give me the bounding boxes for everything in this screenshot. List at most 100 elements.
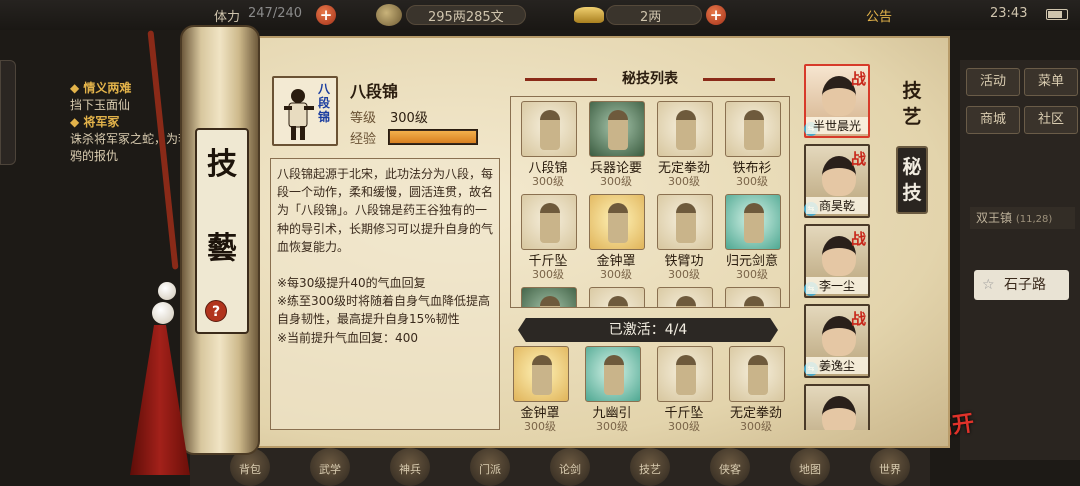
- hero-card[interactable]: 战⇆半世晨光: [804, 64, 870, 138]
- menu-button[interactable]: 菜单: [1024, 68, 1078, 96]
- add-stamina-button[interactable]: +: [316, 5, 336, 25]
- skill-card-level: 300级: [668, 420, 700, 433]
- skill-card[interactable]: 铁臂功 300级: [653, 192, 715, 281]
- skill-art: [521, 287, 577, 307]
- skill-art: [589, 194, 645, 250]
- quest-desc: 挡下玉面仙: [70, 98, 131, 112]
- shop-button[interactable]: 商城: [966, 106, 1020, 134]
- skill-art: [729, 346, 785, 402]
- skill-card[interactable]: 归元剑意 300级: [721, 192, 783, 281]
- activated-skill-card[interactable]: 无定拳劲 300级: [724, 346, 788, 433]
- skill-portrait: 八段锦: [272, 76, 338, 146]
- dock-item[interactable]: 神兵: [390, 448, 430, 486]
- star-icon: ☆: [982, 277, 995, 293]
- dock-item[interactable]: 技艺: [630, 448, 670, 486]
- skill-card-level: 300级: [668, 268, 700, 281]
- skill-art: [657, 194, 713, 250]
- figure-icon: [608, 203, 628, 243]
- activated-skill-card[interactable]: 九幽引 300级: [580, 346, 644, 433]
- skill-art: [725, 101, 781, 157]
- skill-card[interactable]: 金钟罩 300级: [585, 192, 647, 281]
- note-line: ※每30级提升40的气血回复: [277, 276, 426, 291]
- figure-icon: [676, 296, 696, 307]
- skill-card[interactable]: 兵器论要 300级: [585, 99, 647, 188]
- skill-card-level: 300级: [524, 420, 556, 433]
- skill-card-level: 300级: [740, 420, 772, 433]
- skill-card[interactable]: [517, 285, 579, 307]
- battle-badge: 战: [850, 150, 866, 168]
- tassel-bead: [158, 282, 176, 300]
- figure-icon: [676, 355, 696, 395]
- dock-item[interactable]: 武学: [310, 448, 350, 486]
- activated-skill-card[interactable]: 金钟罩 300级: [508, 346, 572, 433]
- hero-name: 李一尘: [806, 277, 868, 294]
- hero-list[interactable]: 战⇆半世晨光战⇆商昊乾战⇆李一尘战⇆姜逸尘 ⇆: [802, 60, 874, 430]
- help-icon[interactable]: ?: [205, 300, 227, 322]
- skill-card-level: 300级: [736, 268, 768, 281]
- dock-item[interactable]: 论剑: [550, 448, 590, 486]
- road-tile[interactable]: ☆ 石子路: [974, 270, 1069, 300]
- skill-art: [513, 346, 569, 402]
- figure-icon: [748, 355, 768, 395]
- quest-title[interactable]: ◆ 将军冢: [70, 114, 190, 131]
- tab-secret-skill[interactable]: 秘技: [896, 146, 928, 214]
- notice-button[interactable]: 公告: [866, 6, 892, 25]
- hero-card[interactable]: 战⇆李一尘: [804, 224, 870, 298]
- activated-skill-card[interactable]: 千斤坠 300级: [652, 346, 716, 433]
- stamina-value: 247/240: [248, 6, 303, 21]
- skill-list[interactable]: 八段锦 300级 兵器论要 300级 无定拳劲 300级 铁布衫 300级千斤坠 300级 金钟罩…: [510, 96, 790, 308]
- skill-card[interactable]: [721, 285, 783, 307]
- hero-card[interactable]: ⇆: [804, 384, 870, 430]
- stamina-label: 体力: [214, 10, 241, 25]
- skill-art: [585, 346, 641, 402]
- skill-card-level: 300级: [532, 268, 564, 281]
- skill-card-level: 300级: [596, 420, 628, 433]
- skill-card[interactable]: 铁布衫 300级: [721, 99, 783, 188]
- quest-title[interactable]: ◆ 情义两难: [70, 80, 190, 97]
- tab-craft[interactable]: 技艺: [896, 78, 928, 134]
- skill-card-level: 300级: [600, 268, 632, 281]
- skill-art: [657, 101, 713, 157]
- hero-name: 半世晨光: [806, 117, 868, 134]
- level-value: 300级: [390, 111, 428, 126]
- hero-card[interactable]: 战⇆姜逸尘: [804, 304, 870, 378]
- skill-card-level: 300级: [532, 175, 564, 188]
- figure-icon: [604, 355, 624, 395]
- dock-item[interactable]: 侠客: [710, 448, 750, 486]
- skill-art: [589, 101, 645, 157]
- skill-card-level: 300级: [736, 175, 768, 188]
- skill-card[interactable]: 无定拳劲 300级: [653, 99, 715, 188]
- level-label: 等级: [350, 111, 377, 126]
- gold-ingot-icon: [574, 7, 604, 23]
- skill-card[interactable]: 千斤坠 300级: [517, 192, 579, 281]
- figure-icon: [676, 203, 696, 243]
- skill-art: [725, 194, 781, 250]
- left-edge-tab[interactable]: [0, 60, 16, 165]
- figure-icon: [532, 355, 552, 395]
- dock-item[interactable]: 地图: [790, 448, 830, 486]
- skill-card[interactable]: 八段锦 300级: [517, 99, 579, 188]
- skill-art: [657, 287, 713, 307]
- right-menu-panel: 活动 菜单 商城 社区 双王镇 (11,28) ☆ 石子路: [960, 60, 1080, 460]
- activity-button[interactable]: 活动: [966, 68, 1020, 96]
- figure-icon: [608, 296, 628, 307]
- dock-item[interactable]: 门派: [470, 448, 510, 486]
- skill-art: [521, 194, 577, 250]
- community-button[interactable]: 社区: [1024, 106, 1078, 134]
- figure-icon: [540, 203, 560, 243]
- skill-card-level: 300级: [668, 175, 700, 188]
- skill-card[interactable]: [585, 285, 647, 307]
- clock: 23:43: [990, 6, 1028, 21]
- hero-card[interactable]: 战⇆商昊乾: [804, 144, 870, 218]
- dock-item[interactable]: 世界: [870, 448, 910, 486]
- skill-art: [521, 101, 577, 157]
- hero-name: 商昊乾: [806, 197, 868, 214]
- skill-card[interactable]: [653, 285, 715, 307]
- add-gold-button[interactable]: +: [706, 5, 726, 25]
- figure-icon: [676, 110, 696, 150]
- tassel-bead: [152, 302, 174, 324]
- figure-icon: [744, 296, 764, 307]
- skill-art: [657, 346, 713, 402]
- figure-icon: [608, 110, 628, 150]
- description-text: 八段锦起源于北宋，此功法分为八段，每段一个动作，柔和缓慢，圆活连贯，故名为「八段…: [277, 167, 494, 254]
